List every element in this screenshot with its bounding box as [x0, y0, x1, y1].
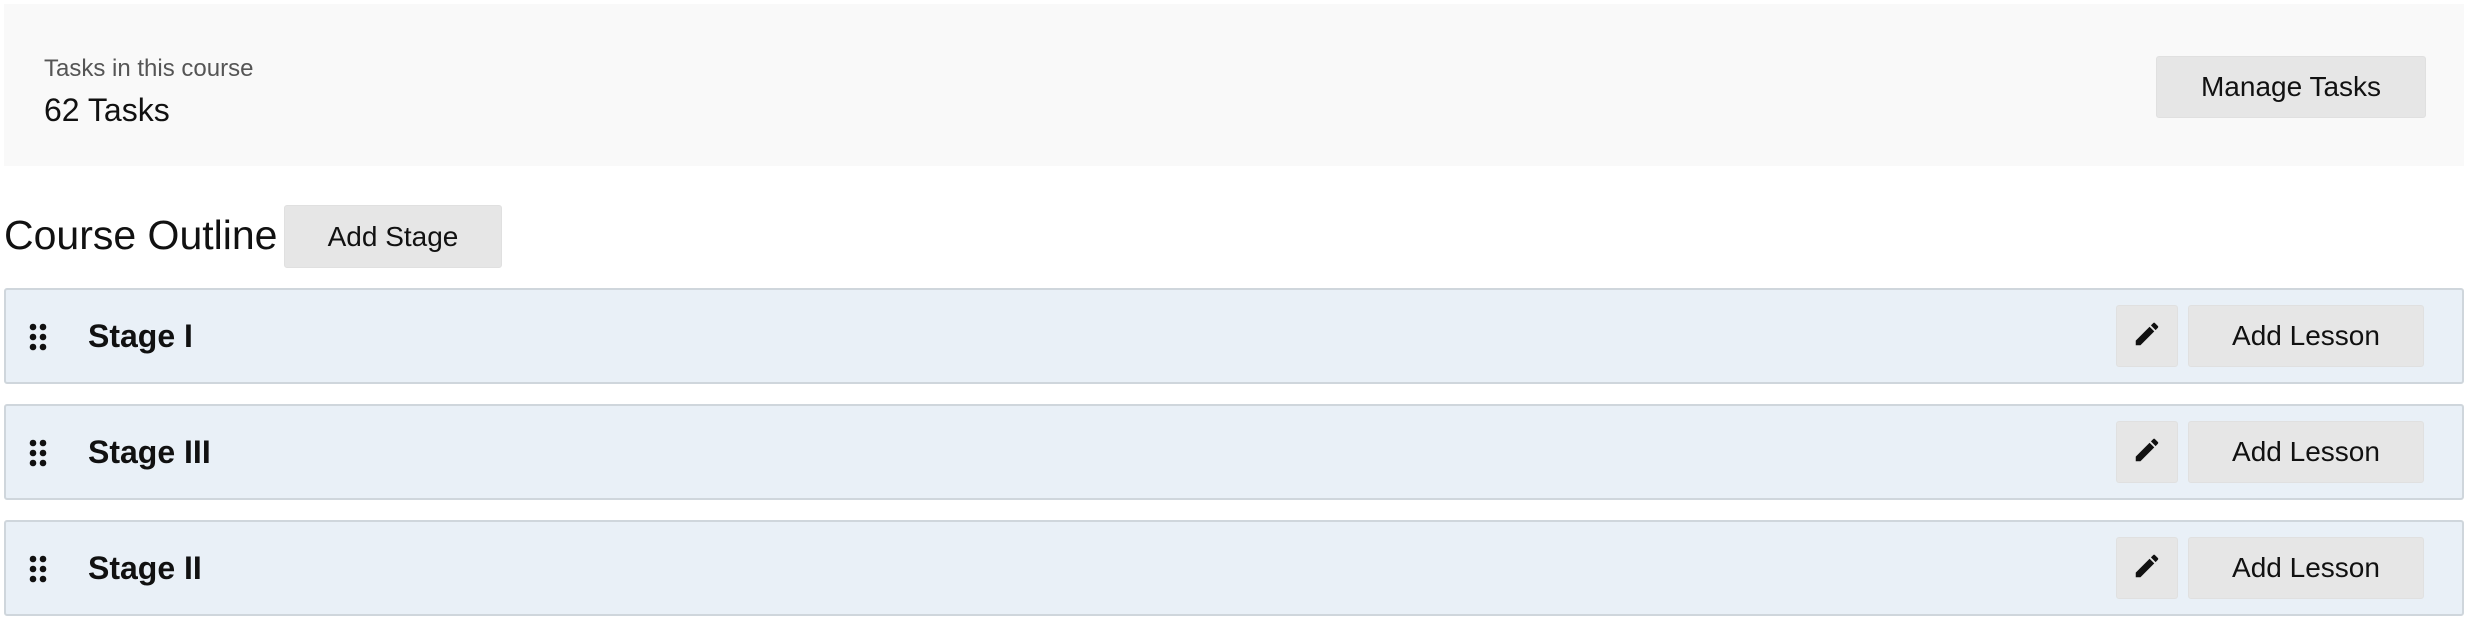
drag-handle-icon[interactable] [28, 323, 48, 351]
tasks-count: 62 Tasks [44, 92, 170, 128]
stage-list: Stage I Add Lesson Stage III Add Lesson … [4, 288, 2464, 636]
stage-row: Stage I Add Lesson [4, 288, 2464, 384]
drag-handle-icon[interactable] [28, 555, 48, 583]
drag-handle-icon[interactable] [28, 439, 48, 467]
tasks-summary-label: Tasks in this course [44, 55, 254, 82]
add-lesson-button[interactable]: Add Lesson [2188, 305, 2424, 367]
stage-row: Stage II Add Lesson [4, 520, 2464, 616]
course-outline-title: Course Outline [4, 212, 278, 258]
edit-stage-button[interactable] [2116, 537, 2178, 599]
pencil-icon [2132, 435, 2162, 470]
edit-stage-button[interactable] [2116, 305, 2178, 367]
tasks-summary-panel: Tasks in this course 62 Tasks Manage Tas… [4, 4, 2464, 166]
pencil-icon [2132, 551, 2162, 586]
add-lesson-button[interactable]: Add Lesson [2188, 421, 2424, 483]
pencil-icon [2132, 319, 2162, 354]
stage-row: Stage III Add Lesson [4, 404, 2464, 500]
add-lesson-button[interactable]: Add Lesson [2188, 537, 2424, 599]
manage-tasks-button[interactable]: Manage Tasks [2156, 56, 2426, 118]
stage-name: Stage I [88, 318, 193, 354]
stage-name: Stage II [88, 550, 202, 586]
stage-name: Stage III [88, 434, 211, 470]
edit-stage-button[interactable] [2116, 421, 2178, 483]
add-stage-button[interactable]: Add Stage [284, 205, 502, 268]
